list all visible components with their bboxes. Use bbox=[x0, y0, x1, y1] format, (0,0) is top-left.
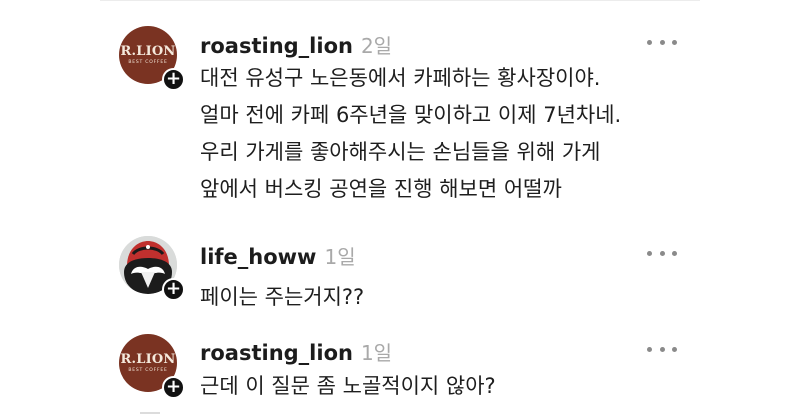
next-item-edge bbox=[140, 412, 160, 420]
username[interactable]: roasting_lion bbox=[200, 34, 353, 58]
comment-line: 얼마 전에 카페 6주년을 맞이하고 이제 7년차네. bbox=[200, 103, 622, 127]
more-options-icon[interactable] bbox=[647, 246, 677, 260]
comment-line: 대전 유성구 노은동에서 카페하는 황사장이야. bbox=[200, 66, 601, 90]
username[interactable]: life_howw bbox=[200, 245, 316, 269]
top-divider bbox=[100, 0, 700, 1]
comment-header: roasting_lion 1일 bbox=[200, 337, 393, 365]
comment-text: 페이는 주는거지?? bbox=[200, 279, 680, 316]
comment-line: 페이는 주는거지?? bbox=[200, 285, 365, 309]
avatar-brand-name: R.LION bbox=[120, 44, 176, 59]
avatar-brand-subtitle: BEST COFFEE bbox=[128, 60, 168, 65]
avatar-brand-subtitle: BEST COFFEE bbox=[128, 368, 168, 373]
comment-header: roasting_lion 2일 bbox=[200, 30, 393, 58]
avatar-brand-name: R.LION bbox=[120, 352, 176, 367]
plus-icon[interactable]: + bbox=[162, 278, 185, 301]
more-options-icon[interactable] bbox=[647, 35, 677, 49]
comment-text: 근데 이 질문 좀 노골적이지 않아? bbox=[200, 368, 680, 405]
plus-icon[interactable]: + bbox=[162, 376, 185, 399]
more-options-icon[interactable] bbox=[647, 342, 677, 356]
username[interactable]: roasting_lion bbox=[200, 341, 353, 365]
avatar-wrap[interactable]: + bbox=[119, 236, 185, 301]
avatar-wrap[interactable]: R.LION BEST COFFEE + bbox=[119, 334, 185, 399]
comment-header: life_howw 1일 bbox=[200, 241, 356, 269]
timestamp: 1일 bbox=[324, 245, 356, 269]
comment-line: 근데 이 질문 좀 노골적이지 않아? bbox=[200, 374, 496, 398]
comment-line: 우리 가게를 좋아해주시는 손님들을 위해 가게 bbox=[200, 140, 601, 164]
plus-icon[interactable]: + bbox=[162, 68, 185, 91]
comment-line: 앞에서 버스킹 공연을 진행 해보면 어떨까 bbox=[200, 177, 562, 201]
avatar-wrap[interactable]: R.LION BEST COFFEE + bbox=[119, 26, 185, 91]
timestamp: 2일 bbox=[360, 34, 393, 58]
timestamp: 1일 bbox=[360, 341, 393, 365]
comment-text: 대전 유성구 노은동에서 카페하는 황사장이야. 얼마 전에 카페 6주년을 맞… bbox=[200, 60, 680, 208]
